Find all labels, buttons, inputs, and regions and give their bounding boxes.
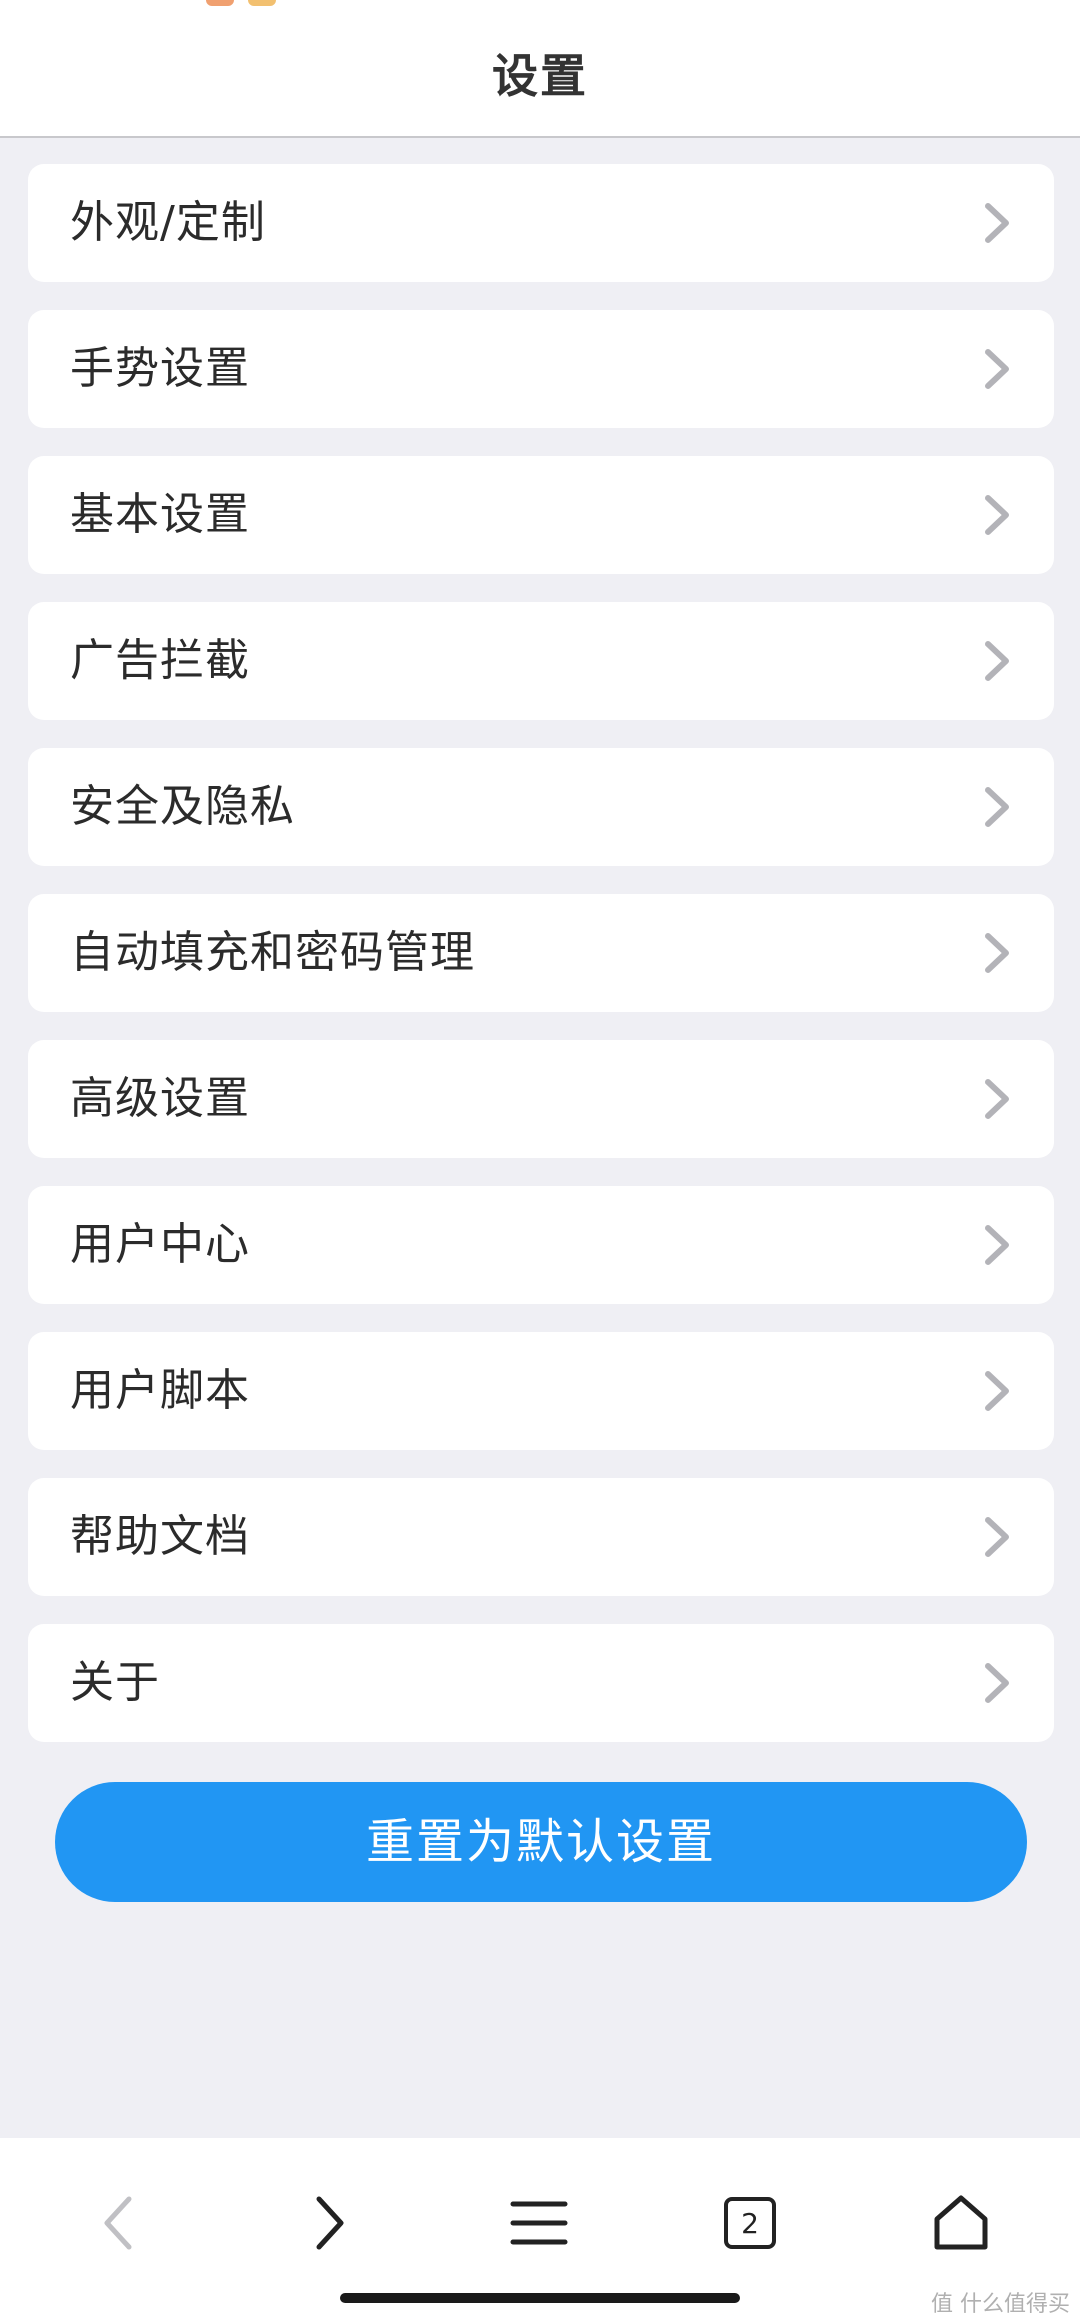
- settings-item-adblock[interactable]: 广告拦截: [28, 602, 1054, 720]
- settings-item-help-docs[interactable]: 帮助文档: [28, 1478, 1054, 1596]
- settings-item-gestures[interactable]: 手势设置: [28, 310, 1054, 428]
- chevron-right-icon: [985, 1517, 1009, 1557]
- back-button[interactable]: [74, 2178, 164, 2268]
- watermark: 值 什么值得买: [931, 2292, 1070, 2317]
- chevron-right-icon: [985, 203, 1009, 243]
- status-app-icon: [206, 0, 234, 6]
- chevron-right-icon: [985, 1663, 1009, 1703]
- settings-item-label: 关于: [70, 1657, 160, 1708]
- chevron-right-icon: [985, 787, 1009, 827]
- settings-item-label: 自动填充和密码管理: [70, 927, 475, 978]
- settings-item-label: 用户脚本: [70, 1365, 250, 1416]
- settings-list: 外观/定制 手势设置 基本设置 广告拦截 安全及隐私 自动填充和密码管理 高级设…: [28, 164, 1054, 1770]
- settings-item-autofill-passwords[interactable]: 自动填充和密码管理: [28, 894, 1054, 1012]
- settings-item-advanced[interactable]: 高级设置: [28, 1040, 1054, 1158]
- status-bar-remnant: [0, 0, 1080, 14]
- tab-count: 2: [741, 2206, 759, 2240]
- status-app-icon: [248, 0, 276, 6]
- settings-item-label: 外观/定制: [70, 197, 266, 248]
- settings-item-security-privacy[interactable]: 安全及隐私: [28, 748, 1054, 866]
- top-header: 设置: [0, 0, 1080, 138]
- settings-item-label: 帮助文档: [70, 1511, 250, 1562]
- tabs-button[interactable]: 2: [705, 2178, 795, 2268]
- settings-item-user-center[interactable]: 用户中心: [28, 1186, 1054, 1304]
- settings-item-appearance[interactable]: 外观/定制: [28, 164, 1054, 282]
- home-indicator[interactable]: [340, 2293, 740, 2303]
- chevron-right-icon: [985, 1371, 1009, 1411]
- settings-item-basic[interactable]: 基本设置: [28, 456, 1054, 574]
- reset-to-default-button[interactable]: 重置为默认设置: [55, 1782, 1027, 1902]
- page-title: 设置: [492, 49, 588, 103]
- chevron-right-icon: [316, 2196, 344, 2250]
- settings-item-label: 手势设置: [70, 343, 250, 394]
- menu-icon: [510, 2201, 568, 2245]
- chevron-right-icon: [985, 933, 1009, 973]
- home-icon: [934, 2195, 988, 2250]
- settings-item-label: 安全及隐私: [70, 781, 295, 832]
- settings-item-label: 基本设置: [70, 489, 250, 540]
- chevron-right-icon: [985, 349, 1009, 389]
- chevron-right-icon: [985, 641, 1009, 681]
- settings-item-label: 广告拦截: [70, 635, 250, 686]
- settings-item-about[interactable]: 关于: [28, 1624, 1054, 1742]
- menu-button[interactable]: [494, 2178, 584, 2268]
- home-button[interactable]: [916, 2178, 1006, 2268]
- forward-button[interactable]: [284, 2178, 374, 2268]
- settings-item-label: 高级设置: [70, 1073, 250, 1124]
- tabs-icon: 2: [724, 2197, 776, 2249]
- chevron-right-icon: [985, 1079, 1009, 1119]
- chevron-right-icon: [985, 1225, 1009, 1265]
- settings-page: 设置 外观/定制 手势设置 基本设置 广告拦截 安全及隐私 自动填充和密码管理 …: [0, 0, 1080, 2321]
- settings-item-user-scripts[interactable]: 用户脚本: [28, 1332, 1054, 1450]
- settings-item-label: 用户中心: [70, 1219, 250, 1270]
- chevron-left-icon: [104, 2196, 132, 2250]
- chevron-right-icon: [985, 495, 1009, 535]
